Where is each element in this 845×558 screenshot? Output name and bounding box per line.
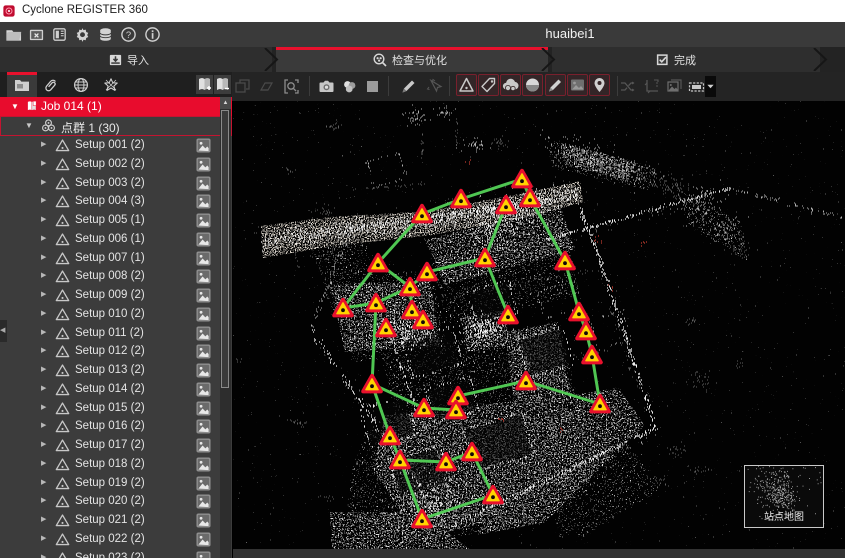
svg-text:?: ? [126,30,131,41]
